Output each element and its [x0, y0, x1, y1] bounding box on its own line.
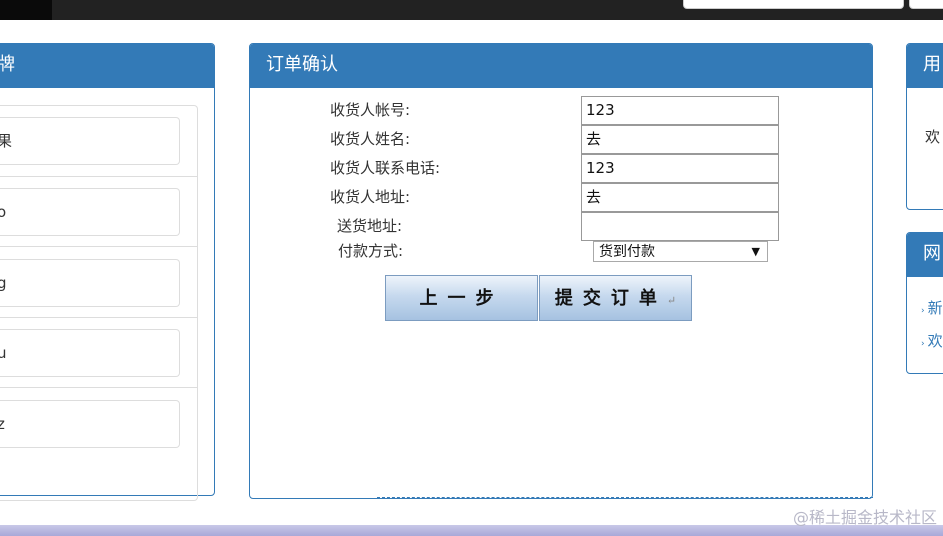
payment-select[interactable]: 货到付款 ▼	[593, 241, 768, 262]
list-item: g	[0, 246, 198, 317]
brand-item-2[interactable]: o	[0, 188, 180, 236]
name-input[interactable]: 去	[581, 125, 779, 154]
welcome-text: 欢	[925, 128, 941, 146]
watermark: @稀土掘金技术社区	[792, 508, 937, 527]
address-input[interactable]: 去	[581, 183, 779, 212]
navbar-search-button[interactable]	[909, 0, 943, 9]
top-navbar	[0, 0, 943, 20]
phone-label: 收货人联系电话:	[329, 159, 440, 177]
brand-list: 果 o g u z	[0, 105, 198, 501]
name-label: 收货人姓名:	[329, 130, 410, 148]
account-label: 收货人帐号:	[329, 101, 410, 119]
site-link-1-label: 新	[927, 299, 943, 317]
navbar-brand[interactable]	[0, 0, 52, 20]
site-panel-title: 网	[907, 233, 943, 277]
navbar-search-input[interactable]	[683, 0, 904, 9]
prev-step-button[interactable]: 上一步	[385, 275, 538, 321]
delivery-address-input[interactable]	[581, 212, 779, 241]
user-panel: 用 欢	[906, 43, 943, 210]
dropdown-arrow-icon: ▼	[751, 245, 760, 258]
brand-item-5[interactable]: z	[0, 400, 180, 448]
user-panel-title: 用	[907, 44, 943, 88]
return-mark-icon: ↵	[666, 294, 677, 307]
list-item: o	[0, 176, 198, 246]
site-link-1[interactable]: › 新	[921, 297, 943, 318]
account-input[interactable]: 123	[581, 96, 779, 125]
submit-order-button[interactable]: 提交订单↵	[539, 275, 692, 321]
brand-panel-title: 牌	[0, 44, 214, 88]
submit-order-label: 提交订单	[554, 288, 667, 309]
delivery-address-label: 送货地址:	[336, 217, 402, 235]
site-link-2-label: 欢	[927, 332, 943, 350]
list-item: 果	[0, 106, 198, 176]
phone-input[interactable]: 123	[581, 154, 779, 183]
brand-item-1[interactable]: 果	[0, 117, 180, 165]
payment-label: 付款方式:	[337, 242, 403, 260]
list-item: z	[0, 387, 198, 458]
site-panel: 网 › 新 › 欢	[906, 232, 943, 374]
order-confirm-panel: 订单确认 收货人帐号: 123 收货人姓名: 去 收货人联系电话: 123 收货…	[249, 43, 873, 499]
dashed-divider	[377, 497, 873, 498]
brand-item-4[interactable]: u	[0, 329, 180, 377]
address-label: 收货人地址:	[329, 188, 410, 206]
order-panel-title: 订单确认	[250, 44, 872, 88]
brand-panel: 牌 果 o g u z	[0, 43, 215, 501]
bullet-icon: ›	[921, 306, 925, 316]
list-item: u	[0, 317, 198, 387]
bullet-icon: ›	[921, 339, 925, 349]
payment-select-value: 货到付款	[599, 244, 655, 260]
site-link-2[interactable]: › 欢	[921, 330, 943, 351]
brand-item-3[interactable]: g	[0, 259, 180, 307]
